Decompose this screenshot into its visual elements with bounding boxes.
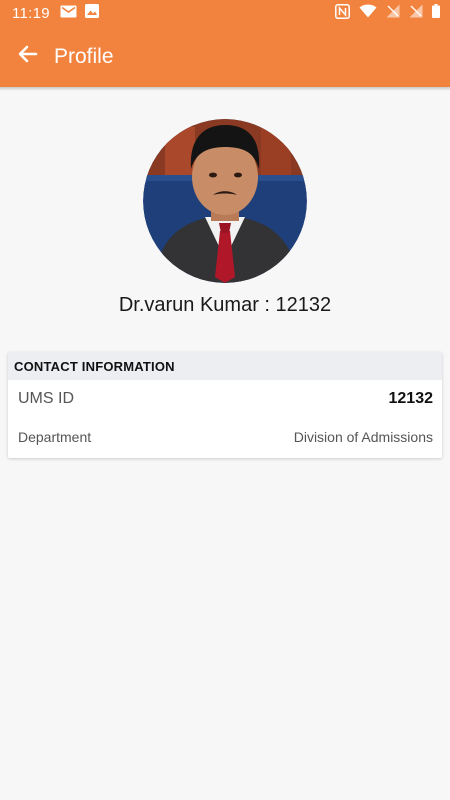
department-label: Department — [18, 429, 92, 445]
status-system-icons — [335, 3, 440, 23]
contact-card: CONTACT INFORMATION UMS ID 12132 Departm… — [8, 352, 442, 458]
signal-off-icon — [386, 4, 400, 22]
battery-icon — [432, 4, 440, 22]
department-value: Division of Admissions — [293, 429, 433, 445]
nfc-icon — [335, 3, 350, 23]
arrow-left-icon — [16, 42, 40, 71]
signal-off-icon — [409, 4, 423, 22]
wifi-icon — [359, 4, 377, 22]
app-bar: Profile — [0, 26, 450, 87]
status-notifications — [60, 4, 99, 22]
top-header: 11:19 Profile — [0, 0, 450, 87]
contact-card-header: CONTACT INFORMATION — [8, 352, 442, 380]
ums-id-label: UMS ID — [18, 390, 74, 407]
header-shadow — [0, 87, 450, 91]
ums-id-row: UMS ID 12132 — [8, 380, 442, 418]
avatar — [143, 119, 307, 283]
page-title: Profile — [54, 44, 114, 68]
image-icon — [84, 4, 99, 22]
department-row: Department Division of Admissions — [8, 418, 442, 456]
gmail-icon — [60, 5, 77, 22]
profile-name: Dr.varun Kumar : 12132 — [118, 294, 332, 316]
status-bar: 11:19 — [0, 0, 450, 26]
ums-id-value: 12132 — [388, 390, 434, 407]
back-button[interactable] — [0, 29, 56, 85]
status-time: 11:19 — [12, 4, 50, 22]
